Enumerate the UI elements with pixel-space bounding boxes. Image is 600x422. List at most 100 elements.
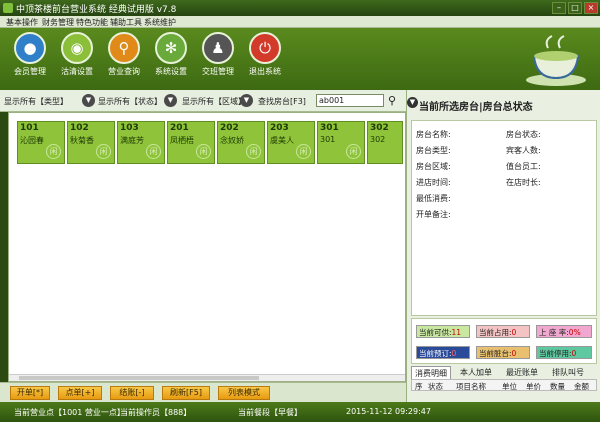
- room-number: 301: [320, 123, 339, 133]
- search-icon: ⚲: [108, 32, 140, 64]
- find-room-input[interactable]: ab001: [316, 94, 384, 107]
- room-status-badge: 闲: [96, 144, 111, 159]
- column-header: 单位: [502, 382, 517, 391]
- column-header: 序: [415, 382, 423, 391]
- menu-item-maintenance[interactable]: 系统维护: [144, 17, 176, 28]
- toolbar-label: 交班管理: [202, 67, 234, 76]
- toolbar-label: 营业查询: [108, 67, 140, 76]
- detail-tabs: 消费明细 本人加单 最近账单 排队叫号: [411, 366, 597, 379]
- room-tile[interactable]: 202 念奴娇 闲: [217, 121, 265, 164]
- current-meal-period: 当前餐段【早餐】: [238, 408, 302, 417]
- status-filter-label: 显示所有【状态】: [98, 97, 162, 106]
- field-room-name: 房台名称:: [416, 130, 451, 139]
- scrollbar-thumb[interactable]: [19, 376, 259, 380]
- list-mode-button[interactable]: 列表模式: [218, 386, 270, 400]
- field-room-status: 房台状态:: [506, 130, 541, 139]
- field-room-area: 房台区域:: [416, 162, 451, 171]
- room-name: 凤栖梧: [170, 136, 194, 145]
- room-tile[interactable]: 301 301 闲: [317, 121, 365, 164]
- menu-item-basic[interactable]: 基本操作: [6, 17, 38, 28]
- room-tile[interactable]: 201 凤栖梧 闲: [167, 121, 215, 164]
- field-checkin-time: 进店时间:: [416, 178, 451, 187]
- tab-consumption-detail[interactable]: 消费明细: [411, 366, 451, 379]
- field-bill-note: 开单备注:: [416, 210, 451, 219]
- toolbar-handover-button[interactable]: ♟ 交班管理: [196, 32, 240, 77]
- status-bar: 当前营业点【1001 营业一点】 当前操作员【888】 当前餐段【早餐】 201…: [0, 402, 600, 422]
- room-stats-box: 当前可供:11 当前占用:0 上 座 率:0% 当前预订:0 当前脏台:0 当前…: [411, 318, 597, 364]
- refresh-button[interactable]: 刷新[F5]: [162, 386, 210, 400]
- chevron-down-icon[interactable]: ▼: [407, 97, 418, 108]
- power-icon: ⏻: [249, 32, 281, 64]
- column-header: 状态: [428, 382, 443, 391]
- room-number: 201: [170, 123, 189, 133]
- menu-item-tools[interactable]: 辅助工具: [110, 17, 142, 28]
- tab-queue-call[interactable]: 排队叫号: [549, 366, 587, 379]
- room-status-badge: 闲: [296, 144, 311, 159]
- menu-bar: 基本操作 财务管理 特色功能 辅助工具 系统维护: [0, 16, 600, 28]
- room-tile[interactable]: 302 302: [367, 121, 403, 164]
- current-business-point: 当前营业点【1001 营业一点】: [14, 408, 125, 417]
- gear-icon: ✻: [155, 32, 187, 64]
- order-button[interactable]: 点单[+]: [58, 386, 102, 400]
- type-filter-label: 显示所有【类型】: [4, 97, 68, 106]
- room-status-badge: 闲: [346, 144, 361, 159]
- toolbar-query-button[interactable]: ⚲ 营业查询: [102, 32, 146, 77]
- area-filter-label: 显示所有【区域】: [182, 97, 246, 106]
- toolbar-soldout-button[interactable]: ◉ 沽清设置: [55, 32, 99, 77]
- room-tile[interactable]: 103 满庭芳 闲: [117, 121, 165, 164]
- plate-icon: ◉: [61, 32, 93, 64]
- status-filter-dropdown-icon[interactable]: ▼: [164, 94, 177, 107]
- toolbar-member-button[interactable]: ● 会员管理: [8, 32, 52, 77]
- area-filter-dropdown-icon[interactable]: ▼: [240, 94, 253, 107]
- app-icon: [3, 3, 13, 13]
- type-filter-dropdown-icon[interactable]: ▼: [82, 94, 95, 107]
- column-header: 单价: [526, 382, 541, 391]
- menu-item-features[interactable]: 特色功能: [76, 17, 108, 28]
- room-tile[interactable]: 102 秋菊香 闲: [67, 121, 115, 164]
- room-tile[interactable]: 203 虞美人 闲: [267, 121, 315, 164]
- toolbar-label: 系统设置: [155, 67, 187, 76]
- room-status-badge: 闲: [46, 144, 61, 159]
- search-icon[interactable]: ⚲: [388, 94, 400, 107]
- window-controls: – □ ×: [552, 2, 598, 14]
- close-button[interactable]: ×: [584, 2, 598, 14]
- checkout-button[interactable]: 结账[-]: [110, 386, 154, 400]
- toolbar-label: 退出系统: [249, 67, 281, 76]
- maximize-button[interactable]: □: [568, 2, 582, 14]
- room-number: 101: [20, 123, 39, 133]
- horizontal-scrollbar[interactable]: [9, 374, 405, 381]
- room-tile[interactable]: 101 沁园春 闲: [17, 121, 65, 164]
- panel-title: 当前所选房台|房台总状态: [419, 102, 533, 113]
- tab-my-added-orders[interactable]: 本人加单: [457, 366, 495, 379]
- find-room-label: 查找房台[F3]: [258, 97, 306, 106]
- minimize-button[interactable]: –: [552, 2, 566, 14]
- stat-occupancy-rate: 上 座 率:0%: [536, 325, 592, 338]
- window-title: 中顶茶楼前台营业系统 经典试用版 v7.8: [16, 5, 177, 15]
- field-min-charge: 最低消费:: [416, 194, 451, 203]
- toolbar-settings-button[interactable]: ✻ 系统设置: [149, 32, 193, 77]
- member-icon: ●: [14, 32, 46, 64]
- title-bar: 中顶茶楼前台营业系统 经典试用版 v7.8 – □ ×: [0, 0, 600, 16]
- column-header: 金额: [574, 382, 589, 391]
- room-info-box: 房台名称: 房台类型: 房台区域: 进店时间: 最低消费: 开单备注: 房台状态…: [411, 120, 597, 316]
- toolbar: ● 会员管理 ◉ 沽清设置 ⚲ 营业查询 ✻ 系统设置 ♟ 交班管理 ⏻ 退出系…: [0, 28, 600, 90]
- room-name: 沁园春: [20, 136, 44, 145]
- stat-dirty: 当前脏台:0: [476, 346, 530, 359]
- room-status-badge: 闲: [246, 144, 261, 159]
- detail-table-header: 序 状态 项目名称 单位 单价 数量 金额: [411, 379, 597, 391]
- stat-available: 当前可供:11: [416, 325, 470, 338]
- toolbar-exit-button[interactable]: ⏻ 退出系统: [243, 32, 287, 77]
- room-grid: 101 沁园春 闲 102 秋菊香 闲 103 满庭芳 闲 201 凤栖梧 闲 …: [8, 112, 406, 382]
- room-name: 302: [370, 135, 386, 144]
- room-number: 102: [70, 123, 89, 133]
- filter-bar: 显示所有【类型】 ▼ 显示所有【状态】 ▼ 显示所有【区域】 ▼ 查找房台[F3…: [0, 90, 406, 112]
- current-datetime: 2015-11-12 09:29:47: [346, 407, 431, 416]
- menu-item-finance[interactable]: 财务管理: [42, 17, 74, 28]
- open-bill-button[interactable]: 开单[*]: [10, 386, 50, 400]
- handover-icon: ♟: [202, 32, 234, 64]
- room-name: 念奴娇: [220, 136, 244, 145]
- field-staff: 值台员工:: [506, 162, 541, 171]
- room-name: 301: [320, 135, 336, 144]
- tab-recent-bills[interactable]: 最近账单: [503, 366, 541, 379]
- column-header: 数量: [550, 382, 565, 391]
